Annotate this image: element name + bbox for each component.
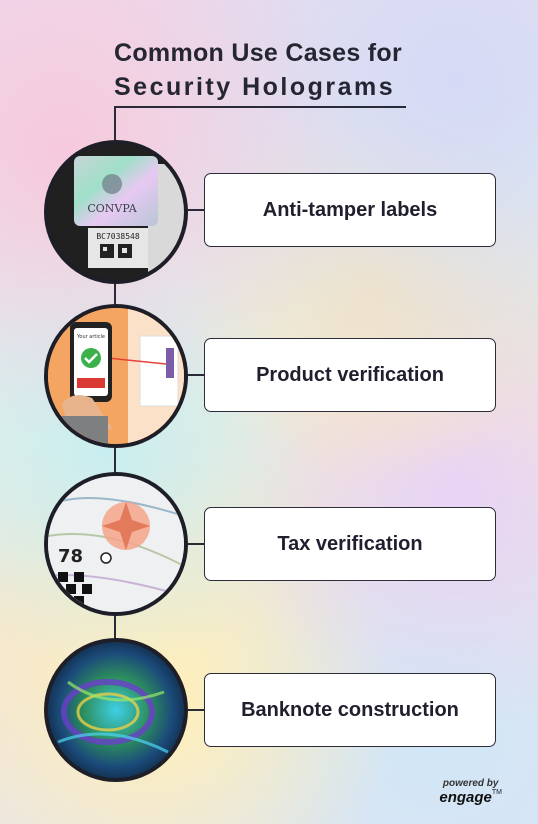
trademark-text: TM	[491, 789, 502, 796]
hologram-label-photo: CONVPA BC7038548	[44, 140, 188, 284]
tax-number-text: 78	[58, 546, 83, 567]
brand-text: engage	[439, 789, 492, 806]
connector-4	[186, 709, 206, 711]
phone-label-text: Your article	[76, 334, 105, 340]
connector-1	[186, 209, 206, 211]
connector-3	[186, 543, 206, 545]
card-tax-verification: Tax verification	[204, 507, 496, 581]
tax-stamp-photo: 78	[44, 472, 188, 616]
card-product-verification: Product verification	[204, 338, 496, 412]
powered-by-text: powered by	[442, 778, 499, 789]
card-label: Banknote construction	[241, 698, 459, 721]
card-label: Tax verification	[277, 532, 423, 555]
title-line-1: Common Use Cases for	[114, 39, 403, 67]
label-top-text: CONVPA	[87, 202, 137, 215]
connector-2	[186, 374, 206, 376]
powered-by-logo: powered by engageTM	[439, 778, 502, 807]
title-underline	[114, 106, 406, 108]
page-title: Common Use Cases for Security Holograms	[114, 36, 402, 104]
phone-scan-photo: Your article	[44, 304, 188, 448]
card-label: Product verification	[256, 363, 444, 386]
card-anti-tamper: Anti-tamper labels	[204, 173, 496, 247]
card-label: Anti-tamper labels	[262, 198, 438, 221]
title-line-2: Security Holograms	[114, 73, 396, 101]
card-banknote-construction: Banknote construction	[204, 673, 496, 747]
banknote-hologram-photo	[44, 638, 188, 782]
label-serial-text: BC7038548	[96, 232, 140, 241]
